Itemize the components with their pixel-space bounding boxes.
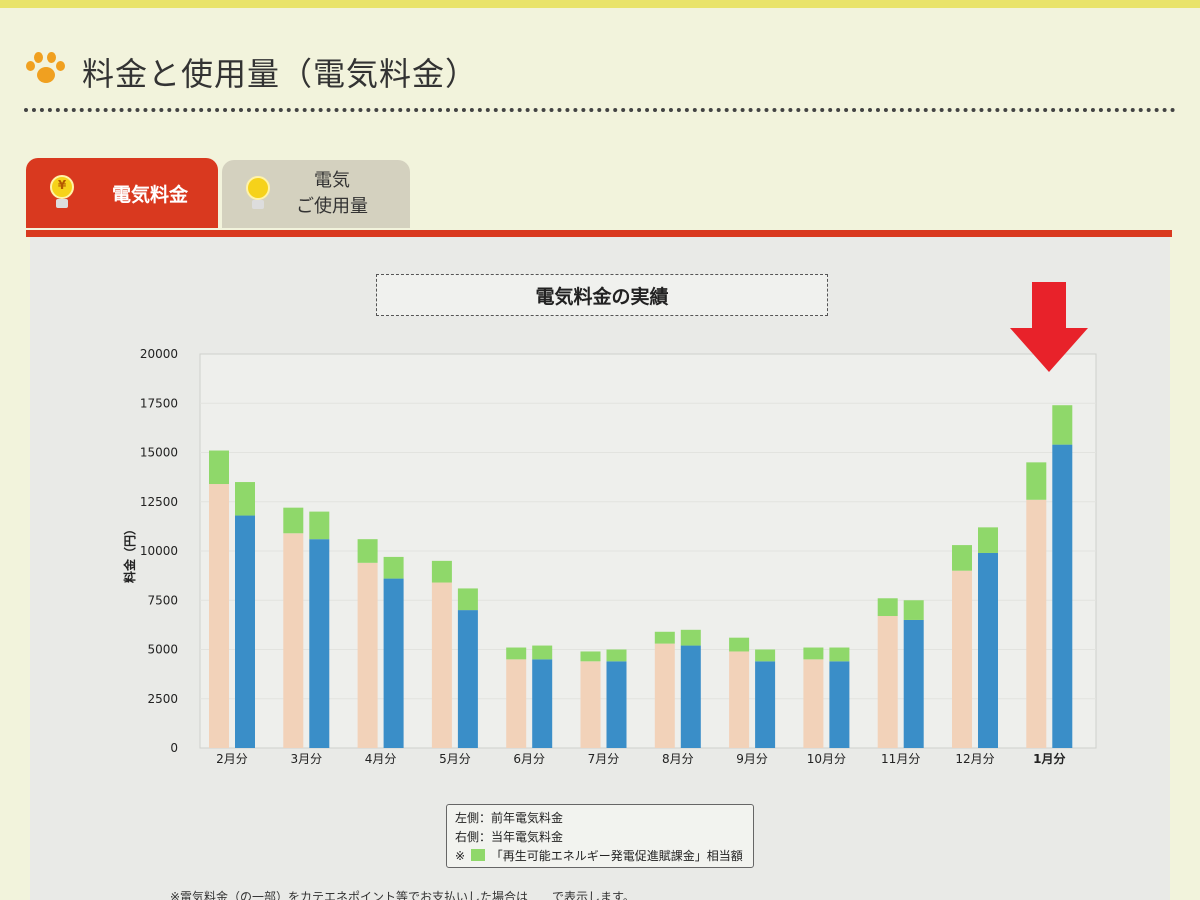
x-tick-label: 3月分 [290,752,322,766]
bar-levy-segment [506,647,527,660]
legend-current-year: 右側：当年電気料金 [455,830,564,844]
bar-levy-segment [952,545,972,571]
bar-current-year[interactable] [829,661,850,748]
y-axis-label: 料金（円） [122,523,137,583]
down-arrow-icon [1010,282,1088,372]
y-tick-label: 5000 [147,643,178,657]
x-tick-label: 5月分 [439,752,471,766]
bar-current-year[interactable] [309,539,330,748]
bar-prev-year[interactable] [209,484,229,748]
y-tick-label: 10000 [140,544,178,558]
bar-prev-year[interactable] [729,651,750,748]
bar-levy-segment [680,629,701,646]
bar-levy-segment [532,645,553,660]
bar-prev-year[interactable] [357,562,378,748]
bar-current-year[interactable] [755,661,776,748]
y-tick-label: 12500 [140,495,178,509]
bar-current-year[interactable] [680,645,701,748]
bar-levy-segment [755,649,776,662]
bar-prev-year[interactable] [803,659,824,748]
levy-swatch [470,849,485,861]
bar-levy-segment [654,631,675,644]
bar-levy-segment [309,511,330,540]
x-tick-label: 8月分 [662,752,694,766]
bar-levy-segment [580,651,601,662]
bar-prev-year[interactable] [1026,499,1047,748]
bar-levy-segment [1052,405,1073,445]
x-tick-label: 12月分 [955,752,994,766]
x-tick-label: 2月分 [216,752,248,766]
bar-levy-segment [383,556,404,579]
bar-prev-year[interactable] [431,582,452,748]
bar-current-year[interactable] [383,578,404,748]
x-tick-label: 10月分 [807,752,846,766]
bar-current-year[interactable] [1052,444,1073,748]
y-tick-label: 20000 [140,347,178,361]
bar-prev-year[interactable] [654,643,675,748]
y-tick-label: 7500 [147,593,178,607]
x-tick-label: 7月分 [588,752,620,766]
bar-levy-segment [877,598,898,617]
bar-levy-segment [283,507,304,534]
footnote: ※電気料金（の一部）をカテエネポイント等でお支払いした場合は で表示します。 [170,890,635,900]
x-tick-label: 4月分 [365,752,397,766]
bar-prev-year[interactable] [283,533,304,748]
bar-prev-year[interactable] [506,659,527,748]
bar-chart: 20000 17500 15000 12500 10000 7500 5000 2500 0 2… [122,347,1097,766]
x-tick-label: 11月分 [881,752,920,766]
bar-current-year[interactable] [235,515,255,748]
bar-levy-segment [235,482,255,516]
bar-levy-segment [729,637,750,652]
bar-prev-year[interactable] [877,616,898,748]
y-tick-label: 15000 [140,446,178,460]
bar-current-year[interactable] [978,552,998,748]
chart-legend: 左側：前年電気料金 右側：当年電気料金 ※ 「再生可能エネルギー発電促進賦課金」… [446,804,754,868]
bar-current-year[interactable] [532,659,553,748]
bar-levy-segment [903,600,924,620]
bar-levy-segment [606,649,627,662]
bar-levy-segment [357,539,378,563]
legend-prev-year: 左側：前年電気料金 [455,811,564,825]
bar-levy-segment [209,450,229,485]
y-tick-label: 17500 [140,396,178,410]
y-tick-label: 2500 [147,692,178,706]
legend-levy: ※ 「再生可能エネルギー発電促進賦課金」相当額 [455,849,743,863]
bar-levy-segment [803,647,824,660]
bar-levy-segment [431,560,452,583]
bar-current-year[interactable] [903,619,924,748]
bar-levy-segment [978,527,998,553]
bar-current-year[interactable] [606,661,627,748]
x-tick-label: 6月分 [513,752,545,766]
x-tick-label: 1月分 [1033,751,1065,766]
x-tick-label: 9月分 [736,752,768,766]
y-tick-label: 0 [170,741,178,755]
bar-prev-year[interactable] [580,661,601,748]
bar-levy-segment [829,647,850,662]
bar-levy-segment [1026,462,1047,500]
bar-prev-year[interactable] [952,570,972,748]
bar-current-year[interactable] [457,610,478,748]
bar-levy-segment [457,588,478,611]
